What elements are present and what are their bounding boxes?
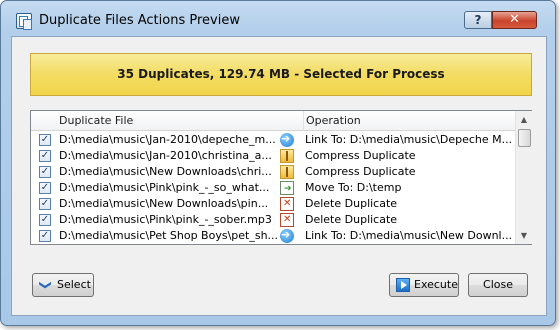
table-header: Duplicate File Operation: [31, 111, 515, 131]
selection-summary-banner: 35 Duplicates, 129.74 MB - Selected For …: [30, 53, 532, 96]
duplicate-files-app-icon: [16, 13, 32, 30]
execute-button-label: Execute: [414, 278, 458, 291]
dialog-window: Duplicate Files Actions Preview ? ✕ 35 D…: [0, 0, 556, 326]
duplicate-file-path: D:\media\music\New Downloads\pin...: [59, 197, 269, 210]
table-rows: ✓ D:\media\music\Jan-2010\depeche_m... L…: [31, 132, 515, 244]
delete-icon: [280, 197, 294, 211]
row-checkbox[interactable]: ✓: [39, 230, 51, 242]
scrollbar-thumb[interactable]: [518, 129, 531, 147]
operation-text: Link To: D:\media\music\Depeche M...: [305, 133, 513, 146]
row-checkbox[interactable]: ✓: [39, 198, 51, 210]
operation-text: Link To: D:\media\music\New Downl...: [305, 229, 513, 242]
duplicate-file-path: D:\media\music\Pet Shop Boys\pet_sh...: [59, 229, 279, 242]
select-button[interactable]: ❯ Select: [32, 273, 94, 297]
duplicate-file-path: D:\media\music\New Downloads\chri...: [59, 165, 272, 178]
compress-icon: [280, 165, 294, 179]
row-checkbox[interactable]: ✓: [39, 182, 51, 194]
move-icon: [280, 181, 294, 195]
vertical-scrollbar[interactable]: ▲ ▼: [515, 111, 532, 244]
operation-text: Compress Duplicate: [305, 149, 416, 162]
duplicate-file-path: D:\media\music\Jan-2010\christina_a...: [59, 149, 272, 162]
close-button[interactable]: Close: [468, 273, 528, 297]
select-button-label: Select: [57, 278, 91, 291]
operation-text: Move To: D:\temp: [305, 181, 402, 194]
title-bar[interactable]: Duplicate Files Actions Preview ? ✕: [1, 1, 555, 35]
play-icon: [396, 278, 410, 292]
dialog-client-area: 35 Duplicates, 129.74 MB - Selected For …: [11, 36, 547, 316]
window-title: Duplicate Files Actions Preview: [39, 13, 240, 28]
column-header-operation[interactable]: Operation: [303, 111, 513, 131]
row-checkbox[interactable]: ✓: [39, 150, 51, 162]
execute-button[interactable]: Execute: [389, 273, 459, 297]
table-row[interactable]: ✓ D:\media\music\Jan-2010\christina_a...…: [31, 148, 515, 164]
row-checkbox[interactable]: ✓: [39, 214, 51, 226]
chevron-down-icon: ❯: [39, 279, 53, 291]
link-arrow-icon: [280, 228, 294, 243]
window-close-button[interactable]: ✕: [492, 11, 537, 29]
table-row[interactable]: ✓ D:\media\music\New Downloads\pin... De…: [31, 196, 515, 212]
table-row[interactable]: ✓ D:\media\music\Jan-2010\depeche_m... L…: [31, 132, 515, 148]
scroll-up-arrow-icon[interactable]: ▲: [516, 111, 532, 128]
table-row[interactable]: ✓ D:\media\music\Pink\pink_-_sober.mp3 D…: [31, 212, 515, 228]
duplicate-file-path: D:\media\music\Pink\pink_-_so_what...: [59, 181, 270, 194]
operation-text: Compress Duplicate: [305, 165, 416, 178]
row-checkbox[interactable]: ✓: [39, 134, 51, 146]
table-row[interactable]: ✓ D:\media\music\New Downloads\chri... C…: [31, 164, 515, 180]
operation-text: Delete Duplicate: [305, 213, 398, 226]
table-row[interactable]: ✓ D:\media\music\Pet Shop Boys\pet_sh...…: [31, 228, 515, 244]
duplicate-file-path: D:\media\music\Jan-2010\depeche_m...: [59, 133, 276, 146]
row-checkbox[interactable]: ✓: [39, 166, 51, 178]
compress-icon: [280, 149, 294, 163]
link-arrow-icon: [280, 132, 294, 147]
column-header-duplicate-file[interactable]: Duplicate File: [59, 111, 299, 131]
operation-text: Delete Duplicate: [305, 197, 398, 210]
duplicates-table: Duplicate File Operation ✓ D:\media\musi…: [30, 110, 532, 245]
help-button[interactable]: ?: [464, 11, 492, 29]
duplicate-file-path: D:\media\music\Pink\pink_-_sober.mp3: [59, 213, 272, 226]
scroll-down-arrow-icon[interactable]: ▼: [516, 227, 532, 244]
delete-icon: [280, 213, 294, 227]
table-row[interactable]: ✓ D:\media\music\Pink\pink_-_so_what... …: [31, 180, 515, 196]
